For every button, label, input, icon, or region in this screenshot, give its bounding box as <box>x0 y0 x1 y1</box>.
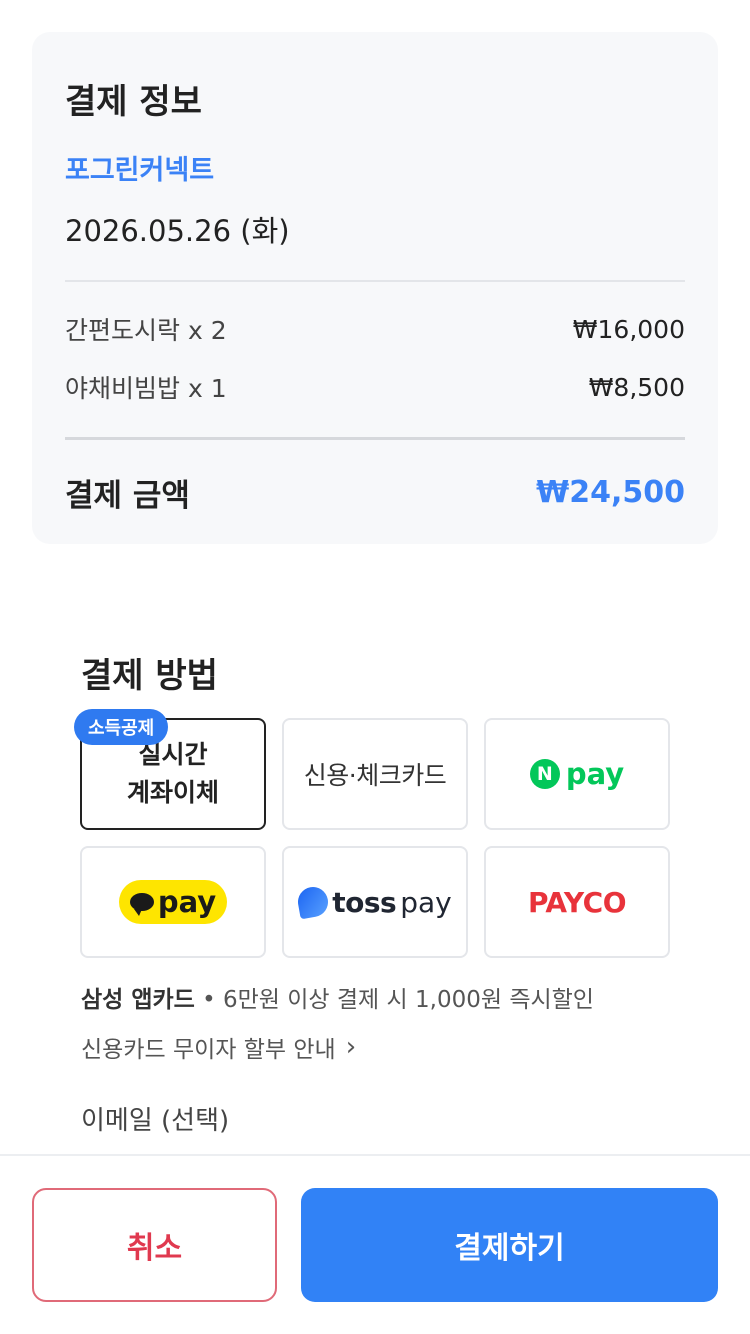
bottom-bar-divider <box>0 1154 750 1156</box>
total-amount: ₩24,500 <box>536 475 685 510</box>
total-row: 결제 금액 ₩24,500 <box>65 470 685 515</box>
divider <box>65 437 685 440</box>
item-name: 간편도시락 x 2 <box>65 316 227 345</box>
chevron-right-icon: › <box>345 1032 357 1062</box>
card-promo: 삼성 앱카드 • 6만원 이상 결제 시 1,000원 즉시할인 <box>81 980 594 1014</box>
method-tosspay[interactable]: toss pay <box>282 846 468 958</box>
income-deduction-badge: 소득공제 <box>74 709 169 745</box>
kakaopay-logo: pay <box>119 880 227 924</box>
tosspay-logo: toss pay <box>295 884 452 920</box>
bank-transfer-line2: 계좌이체 <box>126 778 219 807</box>
installment-label: 신용카드 무이자 할부 안내 <box>81 1037 336 1063</box>
naverpay-text: pay <box>565 757 625 791</box>
payment-method-title: 결제 방법 <box>81 656 218 696</box>
divider <box>65 280 685 282</box>
payment-summary-card: 결제 정보 포그린커넥트 2026.05.26 (화) 간편도시락 x 2 ₩1… <box>32 32 718 544</box>
item-name: 야채비빔밥 x 1 <box>65 374 227 403</box>
method-naverpay[interactable]: N pay <box>484 718 670 830</box>
card-label: 신용·체크카드 <box>303 761 447 790</box>
pay-button[interactable]: 결제하기 <box>301 1188 718 1302</box>
cancel-button[interactable]: 취소 <box>32 1188 277 1302</box>
summary-title: 결제 정보 <box>65 82 202 122</box>
toss-icon <box>295 884 331 920</box>
payco-logo: PAYCO <box>527 885 627 919</box>
promo-text: • 6만원 이상 결제 시 1,000원 즉시할인 <box>202 987 594 1013</box>
method-kakaopay[interactable]: pay <box>80 846 266 958</box>
method-card[interactable]: 신용·체크카드 <box>282 718 468 830</box>
installment-info-link[interactable]: 신용카드 무이자 할부 안내 › <box>81 1030 356 1064</box>
email-label: 이메일 (선택) <box>81 1106 230 1136</box>
order-item-row: 간편도시락 x 2 ₩16,000 <box>65 312 685 346</box>
item-price: ₩16,000 <box>572 314 685 344</box>
toss-pay-text: pay <box>400 885 452 919</box>
order-date: 2026.05.26 (화) <box>65 214 290 248</box>
store-name: 포그린커넥트 <box>65 155 215 186</box>
naverpay-logo: N pay <box>529 757 625 791</box>
item-price: ₩8,500 <box>588 372 685 402</box>
naver-n-icon: N <box>529 759 560 789</box>
total-label: 결제 금액 <box>65 478 190 514</box>
toss-text: toss <box>332 885 397 919</box>
speech-bubble-icon <box>129 893 154 916</box>
kakaopay-text: pay <box>157 885 217 919</box>
promo-card-name: 삼성 앱카드 <box>81 987 195 1013</box>
method-payco[interactable]: PAYCO <box>484 846 670 958</box>
order-item-row: 야채비빔밥 x 1 ₩8,500 <box>65 370 685 404</box>
